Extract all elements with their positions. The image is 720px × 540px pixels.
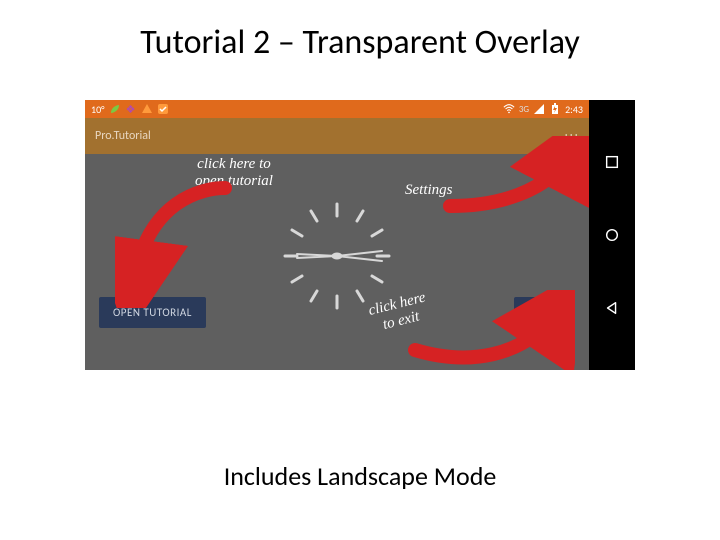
screen-area: 10° ❖ 3G — [85, 100, 589, 370]
phone-screenshot: 10° ❖ 3G — [85, 100, 635, 370]
wifi-icon — [503, 103, 515, 115]
home-button[interactable] — [603, 226, 621, 244]
app-content: OPEN TUTORIAL EXIT — [85, 154, 589, 370]
warning-icon — [141, 103, 153, 115]
signal-icon — [533, 103, 545, 115]
status-bar: 10° ❖ 3G — [85, 100, 589, 118]
slide: Tutorial 2 – Transparent Overlay 10° ❖ — [0, 0, 720, 540]
overflow-icon[interactable]: ⋮ — [569, 128, 573, 144]
debug-icon: ❖ — [125, 103, 137, 115]
recent-apps-button[interactable] — [603, 153, 621, 171]
android-nav-bar — [589, 100, 635, 370]
clock-face — [277, 196, 397, 316]
check-icon — [157, 103, 169, 115]
exit-button[interactable]: EXIT — [514, 297, 575, 328]
battery-icon — [549, 103, 561, 115]
action-bar: Pro.Tutorial ⋮ — [85, 118, 589, 154]
open-tutorial-button[interactable]: OPEN TUTORIAL — [99, 297, 206, 328]
back-button[interactable] — [603, 299, 621, 317]
status-right: 3G 2:43 — [503, 103, 583, 116]
slide-caption: Includes Landscape Mode — [0, 460, 720, 492]
actionbar-title: Pro.Tutorial — [95, 129, 151, 143]
leaf-icon — [109, 103, 121, 115]
slide-title: Tutorial 2 – Transparent Overlay — [0, 22, 720, 63]
status-time: 2:43 — [565, 103, 583, 116]
status-temp: 10° — [91, 103, 105, 116]
status-left: 10° ❖ — [91, 103, 169, 116]
status-network: 3G — [519, 104, 529, 115]
